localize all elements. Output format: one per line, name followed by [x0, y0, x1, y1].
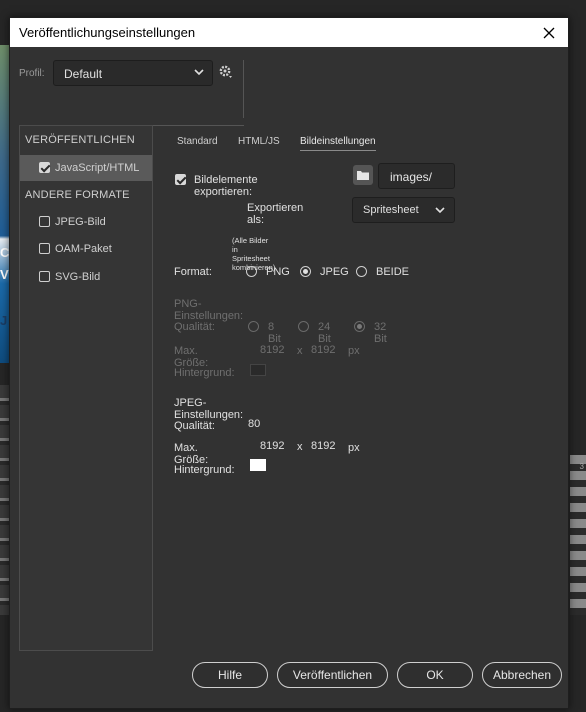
sidebar-item-jpeg[interactable]: JPEG-Bild: [20, 209, 152, 235]
dialog-title: Veröffentlichungseinstellungen: [19, 25, 196, 40]
png-quality-24bit-radio[interactable]: [298, 321, 309, 332]
tab-image-settings[interactable]: Bildeinstellungen: [300, 136, 376, 151]
jpeg-background-label: Hintergrund:: [174, 464, 235, 476]
format-label: Format:: [174, 266, 212, 278]
png-max-width[interactable]: 8192: [260, 344, 284, 356]
png-quality-32bit-label: 32 Bit: [374, 321, 387, 345]
javascript-html-checkbox[interactable]: [39, 162, 50, 173]
svg-checkbox[interactable]: [39, 271, 50, 282]
image-settings-panel: Bildelemente exportieren: images/ Export…: [10, 18, 455, 476]
close-button[interactable]: [530, 18, 568, 47]
export-as-value: Spritesheet: [363, 204, 419, 216]
format-png-radio[interactable]: [246, 266, 257, 277]
export-as-dropdown[interactable]: Spritesheet: [352, 197, 455, 223]
format-both-radio[interactable]: [356, 266, 367, 277]
jpeg-size-unit: px: [348, 442, 360, 454]
jpeg-quality-label: Qualität:: [174, 420, 215, 432]
format-sidebar: VERÖFFENTLICHEN JavaScript/HTML ANDERE F…: [19, 125, 153, 651]
sidebar-item-javascript-html[interactable]: JavaScript/HTML: [20, 155, 152, 181]
profile-divider-vertical: [243, 60, 244, 118]
png-quality-8bit-radio[interactable]: [248, 321, 259, 332]
photo-text-1: C: [0, 245, 10, 260]
sidebar-item-label: SVG-Bild: [55, 271, 101, 283]
background-frame-number: 3: [579, 462, 584, 471]
sidebar-item-oam[interactable]: OAM-Paket: [20, 236, 152, 262]
png-size-unit: px: [348, 345, 360, 357]
sidebar-item-svg[interactable]: SVG-Bild: [20, 264, 152, 290]
image-folder-value: images/: [390, 170, 433, 184]
profile-value: Default: [64, 67, 103, 81]
jpeg-quality-value[interactable]: 80: [248, 418, 260, 430]
png-max-size-label: Max. Größe:: [174, 345, 209, 369]
jpeg-max-size-label: Max. Größe:: [174, 442, 209, 466]
folder-icon: [357, 171, 369, 180]
cancel-button[interactable]: Abbrechen: [482, 662, 562, 688]
ok-button[interactable]: OK: [397, 662, 473, 688]
png-quality-32bit-radio[interactable]: [354, 321, 365, 332]
help-button[interactable]: Hilfe: [192, 662, 268, 688]
publish-section-header: VERÖFFENTLICHEN: [25, 134, 135, 146]
jpeg-max-width[interactable]: 8192: [260, 440, 284, 452]
gear-icon: [219, 65, 232, 78]
tab-html-js[interactable]: HTML/JS: [238, 136, 280, 147]
background-timeline-right: [570, 455, 586, 615]
jpeg-checkbox[interactable]: [39, 216, 50, 227]
jpeg-background-swatch[interactable]: [250, 459, 266, 471]
close-icon: [543, 27, 555, 38]
png-quality-24bit-label: 24 Bit: [318, 321, 331, 345]
chevron-down-icon: [194, 69, 204, 76]
png-quality-label: Qualität:: [174, 321, 215, 333]
profile-label: Profil:: [19, 68, 45, 79]
profile-dropdown[interactable]: Default: [53, 60, 213, 86]
photo-text-2: V: [0, 267, 9, 282]
image-folder-input[interactable]: images/: [378, 163, 455, 189]
export-as-label: Exportieren als:: [247, 202, 304, 226]
png-background-swatch[interactable]: [250, 364, 266, 376]
png-quality-8bit-label: 8 Bit: [268, 321, 281, 345]
sidebar-item-label: JPEG-Bild: [55, 216, 106, 228]
jpeg-settings-header: JPEG-Einstellungen:: [174, 397, 244, 421]
png-max-height[interactable]: 8192: [311, 344, 335, 356]
sidebar-item-label: JavaScript/HTML: [55, 162, 140, 174]
publish-button[interactable]: Veröffentlichen: [277, 662, 388, 688]
tab-standard[interactable]: Standard: [177, 136, 218, 147]
profile-options-button[interactable]: [218, 64, 236, 82]
chevron-down-icon: [435, 207, 445, 214]
export-images-checkbox[interactable]: [175, 174, 186, 185]
publish-settings-dialog: Veröffentlichungseinstellungen Profil: D…: [9, 17, 569, 709]
oam-checkbox[interactable]: [39, 243, 50, 254]
sidebar-item-label: OAM-Paket: [55, 243, 112, 255]
png-settings-header: PNG-Einstellungen:: [174, 298, 244, 322]
browse-folder-button[interactable]: [353, 165, 373, 185]
title-bar: Veröffentlichungseinstellungen: [10, 18, 568, 47]
profile-row: Profil: Default: [10, 47, 568, 127]
photo-text-3: J: [0, 313, 8, 328]
format-both-label: BEIDE: [376, 266, 410, 278]
other-formats-header: ANDERE FORMATE: [25, 189, 130, 201]
png-size-separator: x: [297, 345, 303, 357]
format-jpeg-radio[interactable]: [300, 266, 311, 277]
format-png-label: PNG: [266, 266, 290, 278]
format-jpeg-label: JPEG: [320, 266, 349, 278]
jpeg-max-height[interactable]: 8192: [311, 440, 335, 452]
png-background-label: Hintergrund:: [174, 367, 235, 379]
jpeg-size-separator: x: [297, 441, 303, 453]
export-images-label: Bildelemente exportieren:: [194, 174, 258, 198]
